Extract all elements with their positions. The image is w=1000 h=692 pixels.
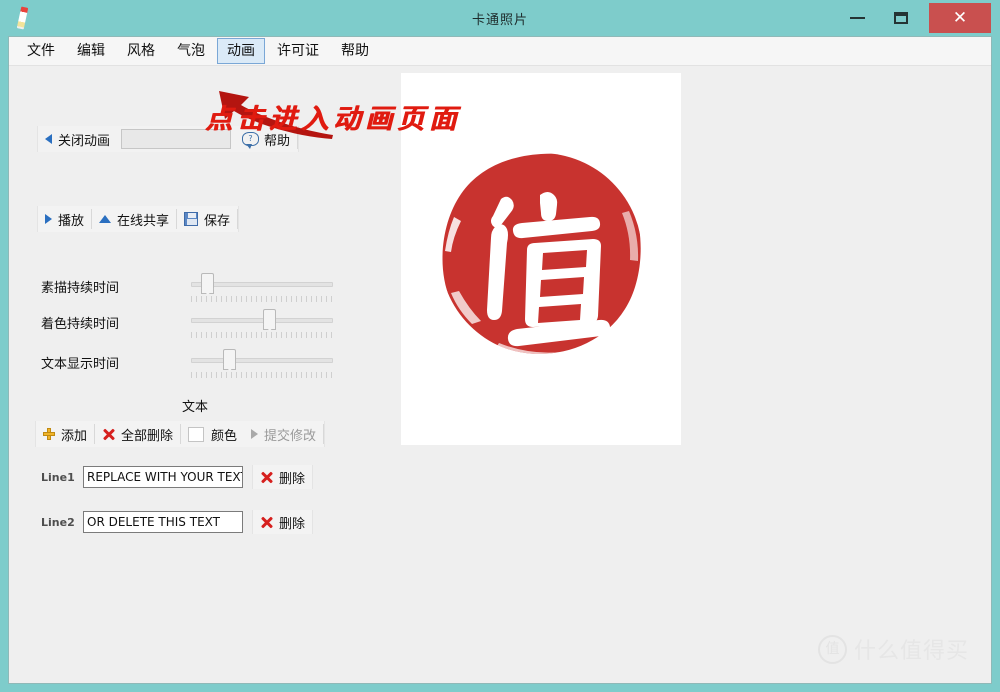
slider-row-sketch-duration: 素描持续时间: [41, 271, 371, 305]
title-bar: 卡通照片 ✕: [8, 0, 992, 36]
delete-all-button[interactable]: 全部删除: [95, 422, 180, 446]
plus-icon: [43, 428, 55, 440]
seal-stamp-image: [439, 151, 644, 356]
menu-item-animation[interactable]: 动画: [217, 38, 265, 64]
window-title: 卡通照片: [471, 12, 528, 28]
play-button[interactable]: 播放: [38, 207, 91, 231]
annotation-text: 点击进入动画页面: [205, 104, 461, 135]
slider-track: [191, 318, 333, 323]
line1-label: Line1: [41, 470, 75, 484]
menu-item-license[interactable]: 许可证: [267, 38, 329, 64]
slider-label-sketch-duration: 素描持续时间: [41, 281, 120, 296]
submit-label: 提交修改: [264, 428, 317, 444]
slider-thumb[interactable]: [223, 349, 237, 370]
menu-bar: 文件 编辑 风格 气泡 动画 许可证 帮助: [9, 37, 991, 66]
close-animation-label: 关闭动画: [58, 133, 111, 149]
red-x-icon: [260, 516, 273, 529]
menu-item-style[interactable]: 风格: [117, 38, 165, 64]
toolbar-separator: [323, 424, 325, 444]
line2-input[interactable]: OR DELETE THIS TEXT: [83, 511, 243, 533]
close-animation-button[interactable]: 关闭动画: [38, 127, 117, 151]
color-label: 颜色: [211, 428, 238, 444]
slider-row-text-duration: 文本显示时间: [41, 347, 371, 381]
line2-label: Line2: [41, 515, 75, 529]
upload-triangle-icon: [99, 215, 112, 223]
delete-all-label: 全部删除: [121, 428, 174, 444]
slider-thumb[interactable]: [201, 273, 215, 294]
slider-color-duration[interactable]: [191, 307, 333, 338]
text-line-row-2: Line2 OR DELETE THIS TEXT 删除: [41, 509, 314, 535]
menu-item-bubble[interactable]: 气泡: [167, 38, 215, 64]
line1-delete-button[interactable]: 删除: [252, 465, 314, 489]
slider-ticks: [191, 332, 333, 338]
play-label: 播放: [58, 213, 85, 229]
submit-changes-button[interactable]: 提交修改: [244, 422, 323, 446]
text-line-row-1: Line1 REPLACE WITH YOUR TEXT 删除: [41, 464, 314, 490]
slider-label-color-duration: 着色持续时间: [41, 317, 120, 332]
line2-delete-button[interactable]: 删除: [252, 510, 314, 534]
color-swatch-icon: [188, 426, 205, 442]
red-x-icon: [260, 471, 273, 484]
text-toolbar: 添加 全部删除 颜色 提交修改: [35, 421, 326, 447]
left-control-panel: 关闭动画 ? 帮助 播放 在线共享 保存 素描持续时间 着色持续时间 文本显示时…: [9, 66, 381, 683]
triangle-left-icon: [45, 134, 52, 144]
share-online-button[interactable]: 在线共享: [92, 207, 176, 231]
slider-thumb[interactable]: [263, 309, 277, 330]
slider-ticks: [191, 296, 333, 302]
menu-item-file[interactable]: 文件: [17, 38, 65, 64]
playback-toolbar: 播放 在线共享 保存: [37, 206, 240, 232]
slider-row-color-duration: 着色持续时间: [41, 307, 371, 341]
floppy-disk-icon: [184, 212, 199, 226]
line1-input[interactable]: REPLACE WITH YOUR TEXT: [83, 466, 243, 488]
add-label: 添加: [61, 428, 88, 444]
slider-ticks: [191, 372, 333, 378]
line2-delete-label: 删除: [279, 516, 306, 532]
watermark: 值 什么值得买: [817, 633, 969, 665]
seal-stamp-svg: [442, 153, 641, 355]
client-area: 文件 编辑 风格 气泡 动画 许可证 帮助 关闭动画 ? 帮助 播放 在线共享 …: [8, 36, 992, 684]
line1-delete-label: 删除: [279, 471, 306, 487]
slider-track: [191, 358, 333, 363]
slider-sketch-duration[interactable]: [191, 271, 333, 302]
save-button[interactable]: 保存: [177, 207, 237, 231]
add-text-button[interactable]: 添加: [36, 422, 94, 446]
toolbar-separator: [237, 209, 239, 229]
share-label: 在线共享: [117, 213, 170, 229]
watermark-text: 什么值得买: [853, 639, 969, 664]
watermark-logo-icon: 值: [817, 634, 847, 664]
color-button[interactable]: 颜色: [181, 422, 244, 446]
menu-item-help[interactable]: 帮助: [331, 38, 379, 64]
slider-label-text-duration: 文本显示时间: [41, 357, 120, 372]
triangle-right-icon: [251, 429, 259, 439]
play-triangle-icon: [45, 214, 52, 224]
save-label: 保存: [204, 213, 231, 229]
red-x-icon: [102, 428, 115, 441]
application-window: 卡通照片 ✕ 文件 编辑 风格 气泡 动画 许可证 帮助 关闭动画 ? 帮助 播…: [0, 0, 1000, 692]
slider-text-duration[interactable]: [191, 347, 333, 378]
text-section-title: 文本: [181, 400, 208, 415]
menu-item-edit[interactable]: 编辑: [67, 38, 115, 64]
